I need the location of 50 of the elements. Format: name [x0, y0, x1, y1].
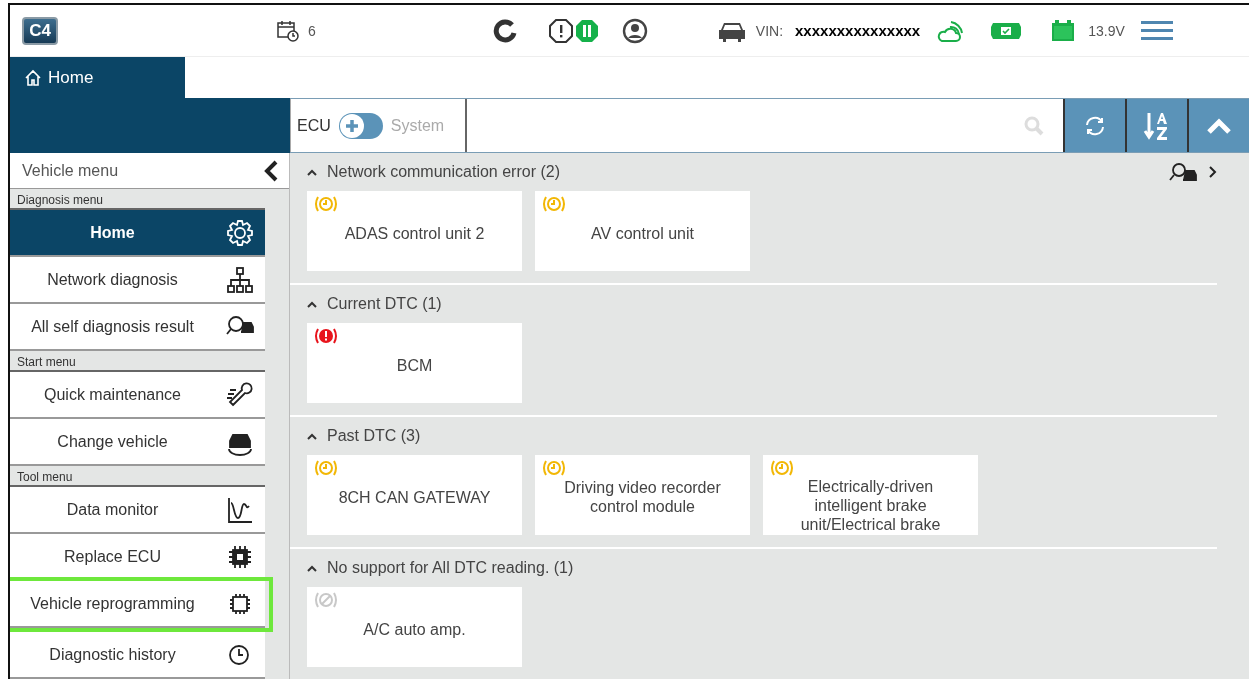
- refresh-icon[interactable]: [491, 17, 518, 44]
- section-title: Network communication error (2): [327, 163, 561, 181]
- ecu-card[interactable]: ADAS control unit 2: [307, 191, 522, 271]
- ecu-card[interactable]: AV control unit: [535, 191, 750, 271]
- app-logo: C4: [22, 16, 58, 45]
- sidebar-item[interactable]: All self diagnosis result: [10, 304, 265, 351]
- section-title: Current DTC (1): [327, 295, 443, 313]
- battery-voltage: 13.9V: [1088, 22, 1125, 39]
- ecu-card[interactable]: A/C auto amp.: [307, 587, 522, 667]
- ecu-mode-label: ECU: [297, 116, 331, 135]
- refresh-button[interactable]: [1063, 99, 1125, 152]
- menu-icon[interactable]: [1140, 20, 1173, 41]
- chevron-up-icon[interactable]: [307, 432, 317, 440]
- ecu-card[interactable]: Electrically-driven intelligent brake unit/Electrical brake: [763, 455, 978, 535]
- battery-icon: [1050, 18, 1077, 43]
- sidebar-item[interactable]: Change vehicle: [10, 419, 265, 466]
- vin-label: VIN:: [755, 22, 784, 39]
- sidebar-item[interactable]: Diagnostic history: [10, 632, 265, 679]
- vin-value: xxxxxxxxxxxxxxx: [795, 22, 921, 39]
- sidebar-item[interactable]: Data monitor: [10, 487, 265, 534]
- sidebar-item[interactable]: Vehicle reprogramming: [10, 581, 265, 628]
- chevron-up-icon[interactable]: [307, 564, 317, 572]
- schedule-count: 6: [308, 22, 316, 39]
- car-search-icon[interactable]: [1169, 161, 1199, 183]
- sort-button[interactable]: [1125, 99, 1187, 152]
- sidebar-item[interactable]: Home: [10, 210, 265, 257]
- sidebar-item[interactable]: Network diagnosis: [10, 257, 265, 304]
- network-icon: [225, 264, 255, 295]
- calendar-clock-icon[interactable]: [276, 18, 300, 43]
- settings-icon: [225, 217, 255, 248]
- alert-icon[interactable]: [547, 17, 574, 44]
- chevron-up-icon[interactable]: [307, 300, 317, 308]
- collapse-button[interactable]: [1187, 99, 1249, 152]
- sidebar-title: Vehicle menu: [22, 161, 119, 180]
- collapse-sidebar-icon[interactable]: [263, 158, 279, 183]
- chevron-up-icon[interactable]: [307, 168, 317, 176]
- chevron-right-icon[interactable]: [1209, 166, 1217, 178]
- search-icon: [1023, 114, 1045, 137]
- home-icon: [24, 68, 42, 87]
- mode-toggle[interactable]: [338, 112, 383, 139]
- home-tab[interactable]: Home: [10, 57, 185, 98]
- ecu-card[interactable]: 8CH CAN GATEWAY: [307, 455, 522, 535]
- user-icon[interactable]: [621, 17, 648, 44]
- system-mode-label: System: [390, 116, 445, 135]
- section-title: No support for All DTC reading. (1): [327, 559, 575, 577]
- sidebar-item[interactable]: Quick maintenance: [10, 372, 265, 419]
- chevron-up-icon: [1206, 116, 1232, 135]
- ecu-card[interactable]: Driving video recorder control module: [535, 455, 750, 535]
- section-title: Past DTC (3): [327, 427, 422, 445]
- ecu-card[interactable]: BCM: [307, 323, 522, 403]
